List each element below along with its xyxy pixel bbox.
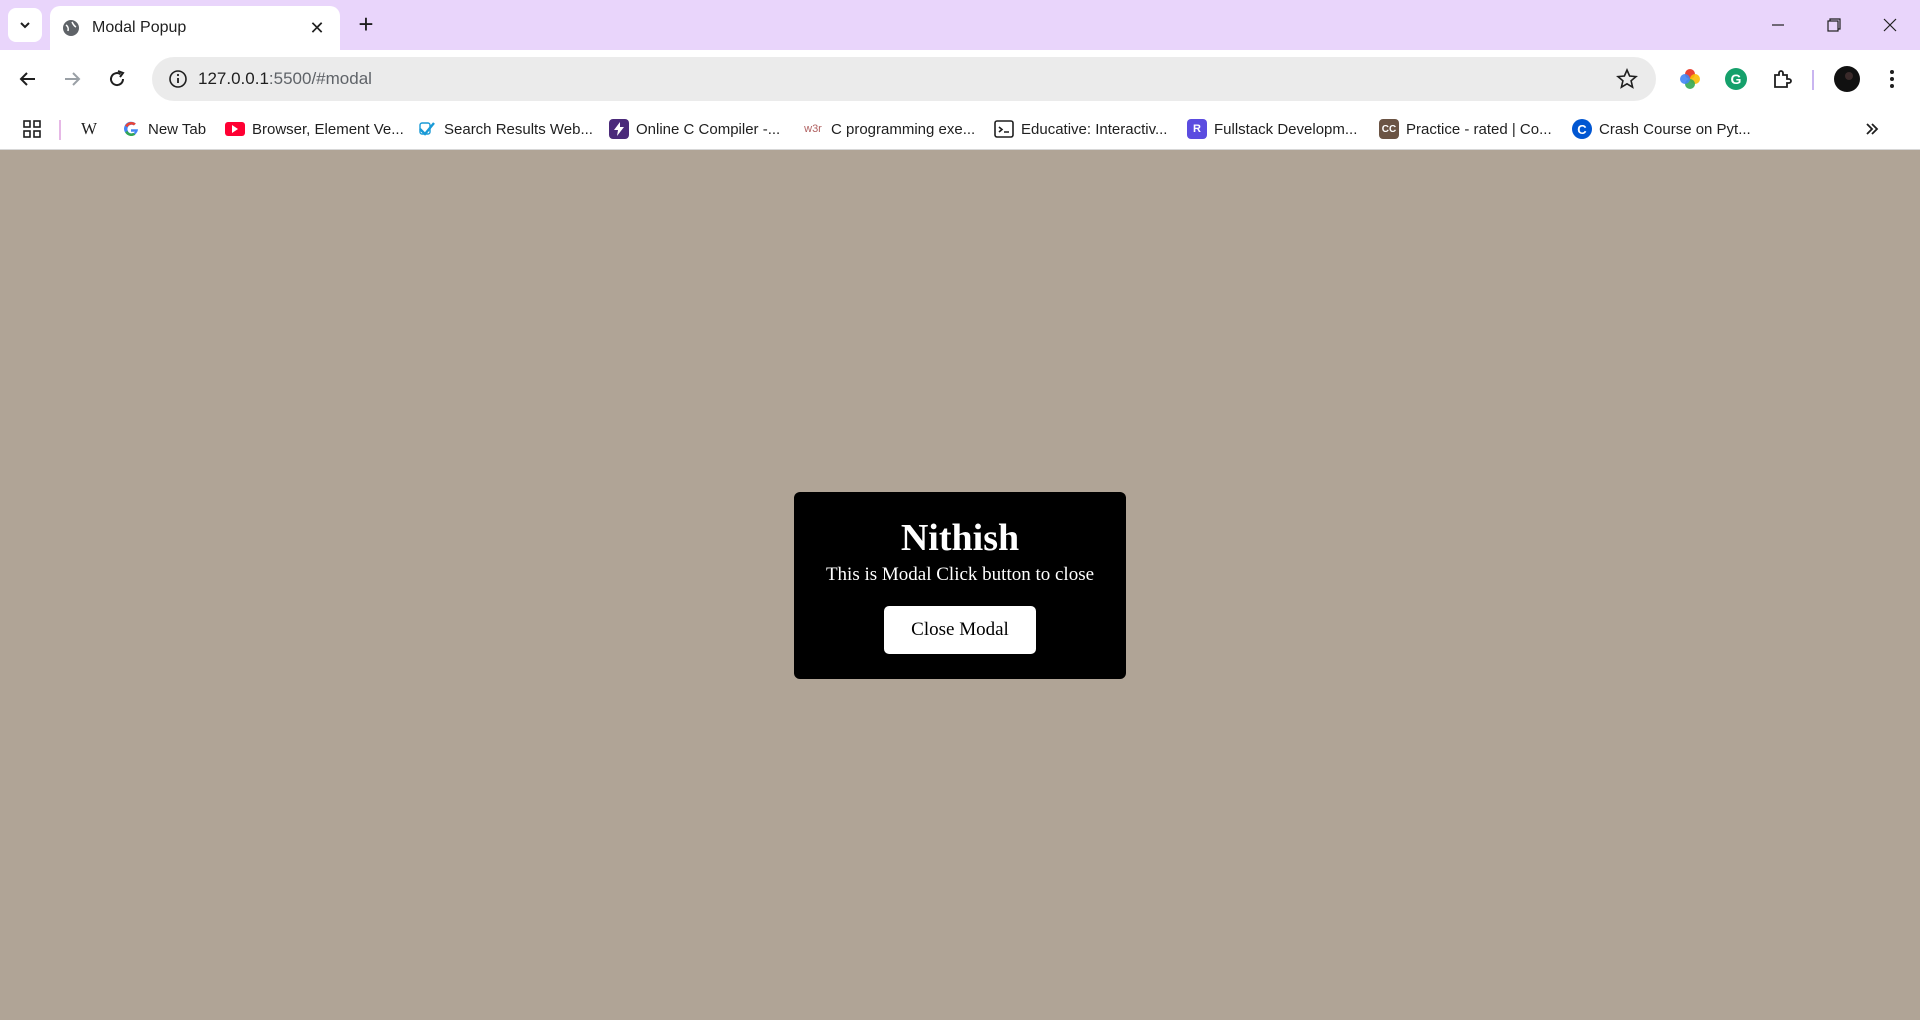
r-icon: R: [1187, 119, 1207, 139]
close-tab-icon[interactable]: ✕: [306, 17, 328, 39]
address-bar[interactable]: 127.0.0.1:5500/#modal: [152, 57, 1656, 101]
url-host: 127.0.0.1: [198, 69, 269, 88]
arrow-left-icon: [19, 72, 35, 86]
back-button[interactable]: [12, 63, 44, 95]
terminal-icon: [994, 119, 1014, 139]
chevron-down-icon: [20, 22, 30, 29]
bookmark-wikipedia[interactable]: W: [79, 108, 106, 150]
bolt-icon: [609, 119, 629, 139]
restore-icon[interactable]: [1806, 0, 1862, 50]
close-window-icon[interactable]: [1862, 0, 1918, 50]
modal-dialog: Nithish This is Modal Click button to cl…: [794, 492, 1126, 679]
bookmark-label: Educative: Interactiv...: [1021, 120, 1168, 138]
grammarly-icon[interactable]: G: [1722, 65, 1750, 93]
close-modal-button[interactable]: Close Modal: [884, 605, 1036, 654]
bookmark-crash-course[interactable]: C Crash Course on Pyt...: [1572, 108, 1751, 150]
svg-text:G: G: [1731, 71, 1742, 87]
arrow-right-icon: [65, 72, 81, 86]
w3r-icon: w3r: [804, 123, 822, 135]
coursera-icon: C: [1572, 119, 1592, 139]
more-menu-icon[interactable]: [1878, 65, 1906, 93]
bookmark-search-results[interactable]: Search Results Web...: [417, 108, 593, 150]
tab-search-button[interactable]: [8, 8, 42, 42]
globe-icon: [62, 19, 80, 37]
url-text: 127.0.0.1:5500/#modal: [198, 69, 372, 89]
bookmark-practice[interactable]: CC Practice - rated | Co...: [1379, 108, 1552, 150]
bookmark-label: C programming exe...: [831, 120, 976, 138]
avatar[interactable]: [1833, 65, 1861, 93]
bookmark-label: Crash Course on Pyt...: [1599, 120, 1751, 138]
bookmark-new-tab[interactable]: New Tab: [121, 108, 206, 150]
bookmarks-bar: W New Tab Browser, Element Ve... Search …: [0, 108, 1920, 150]
modal-message: This is Modal Click button to close: [825, 563, 1095, 585]
bookmark-label: Online C Compiler -...: [636, 120, 781, 138]
url-path: :5500/#modal: [268, 69, 372, 88]
bookmark-fullstack[interactable]: R Fullstack Developm...: [1187, 108, 1357, 150]
page-content: Nithish This is Modal Click button to cl…: [0, 151, 1920, 1020]
reload-icon: [110, 70, 125, 87]
chevron-double-right-icon[interactable]: [1864, 108, 1880, 150]
bookmark-online-c-compiler[interactable]: Online C Compiler -...: [609, 108, 780, 150]
bookmark-browser-element[interactable]: Browser, Element Ve...: [225, 108, 404, 150]
toolbar-divider: [1812, 70, 1814, 90]
bookmark-label: Fullstack Developm...: [1214, 120, 1358, 138]
tab-title: Modal Popup: [92, 19, 187, 36]
check-icon: [417, 119, 437, 139]
bookmark-educative[interactable]: Educative: Interactiv...: [994, 108, 1167, 150]
forward-button[interactable]: [56, 63, 88, 95]
browser-toolbar: 127.0.0.1:5500/#modal G: [0, 50, 1920, 108]
tab-active[interactable]: Modal Popup ✕: [50, 6, 340, 50]
bookmark-label: Practice - rated | Co...: [1406, 120, 1552, 138]
star-icon[interactable]: [1616, 67, 1638, 90]
youtube-icon: [225, 122, 245, 136]
reload-button[interactable]: [101, 63, 133, 95]
google-icon: [121, 119, 141, 139]
info-icon[interactable]: [158, 57, 198, 101]
modal-title: Nithish: [900, 517, 1020, 559]
tab-strip: Modal Popup ✕ +: [0, 0, 1920, 50]
cc-icon: CC: [1379, 119, 1399, 139]
new-tab-button[interactable]: +: [352, 9, 380, 39]
puzzle-icon[interactable]: [1768, 65, 1796, 93]
minimize-icon[interactable]: [1750, 0, 1806, 50]
bookmark-c-programming[interactable]: w3r C programming exe...: [802, 108, 975, 150]
bookmarks-divider: [59, 120, 61, 140]
bookmark-label: Search Results Web...: [444, 120, 593, 138]
color-extension-icon[interactable]: [1676, 65, 1704, 93]
apps-icon[interactable]: [22, 108, 42, 150]
bookmark-label: Browser, Element Ve...: [252, 120, 404, 138]
wikipedia-icon: W: [80, 119, 98, 138]
bookmark-label: New Tab: [148, 120, 207, 138]
